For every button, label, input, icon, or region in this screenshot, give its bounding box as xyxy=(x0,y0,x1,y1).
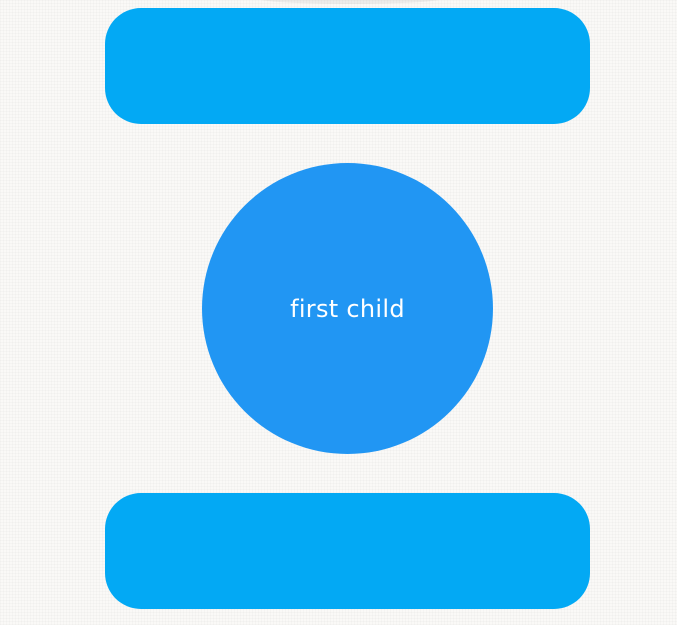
first-child-circle: first child xyxy=(202,163,493,454)
bottom-rounded-rectangle xyxy=(105,493,590,609)
top-rounded-rectangle xyxy=(105,8,590,124)
top-edge-shadow xyxy=(255,0,445,4)
circle-label: first child xyxy=(290,294,405,323)
